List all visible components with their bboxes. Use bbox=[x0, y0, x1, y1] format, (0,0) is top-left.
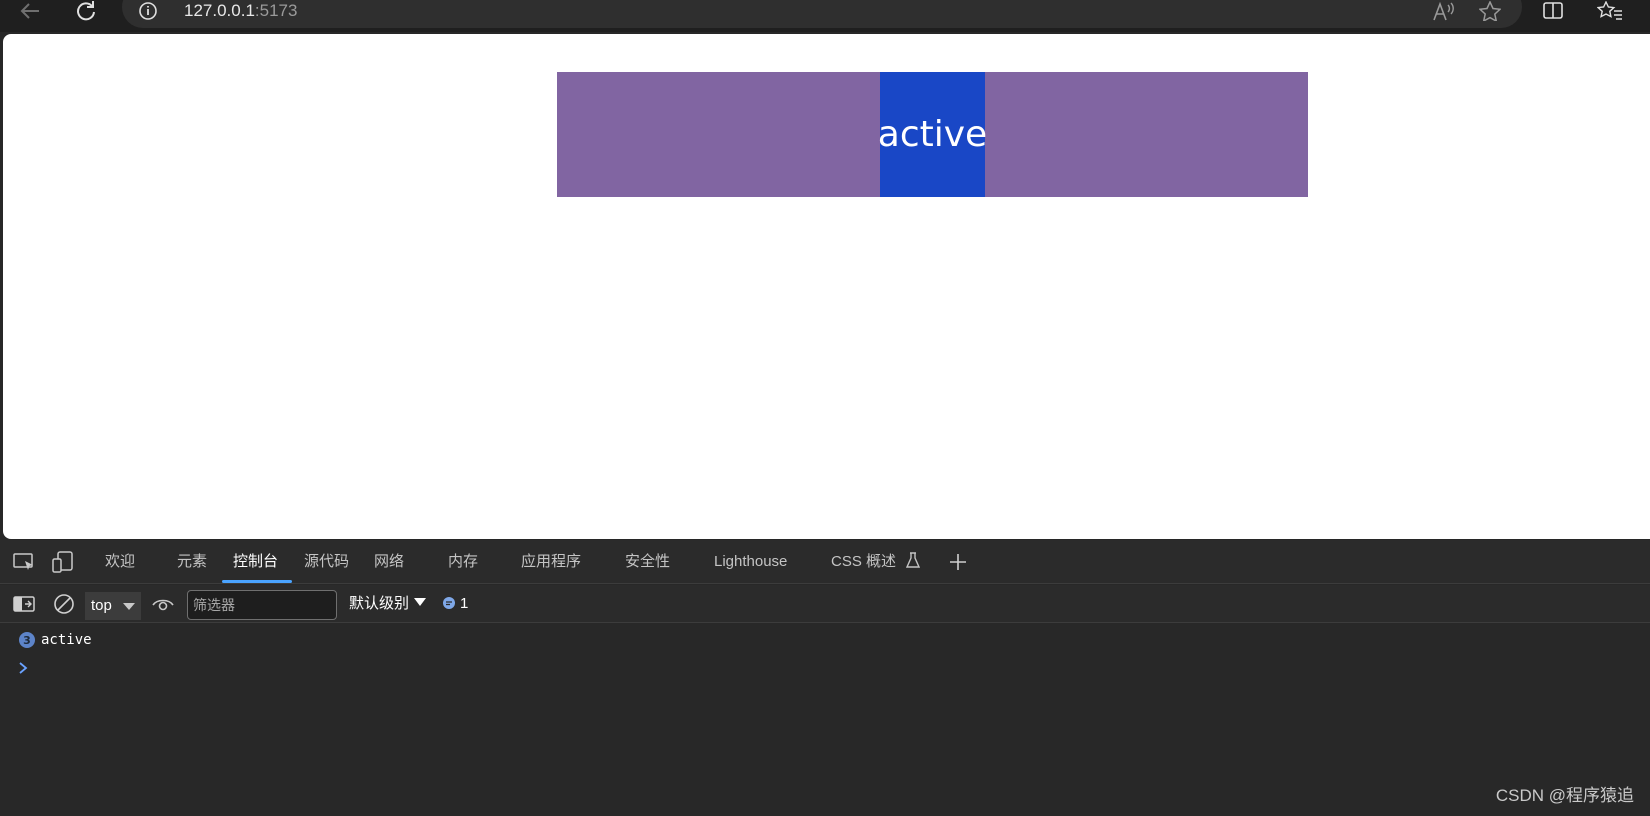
devtools-panel: 欢迎 元素 控制台 源代码 网络 内存 应用程序 安全性 Lighthouse … bbox=[0, 540, 1650, 816]
favorite-star-icon[interactable] bbox=[1477, 0, 1503, 22]
console-log-entry: 3 active bbox=[19, 630, 92, 650]
tab-security[interactable]: 安全性 bbox=[625, 540, 670, 584]
filter-input[interactable] bbox=[187, 590, 337, 620]
chevron-down-icon bbox=[414, 598, 427, 606]
console-toolbar: top 默认级别 1 bbox=[0, 585, 1650, 623]
console-output[interactable]: 3 active CSDN @程序猿追 bbox=[0, 624, 1650, 816]
tab-css-overview[interactable]: CSS 概述 bbox=[831, 540, 921, 584]
message-count-badge[interactable]: 1 bbox=[442, 585, 468, 623]
clear-console-icon[interactable] bbox=[51, 593, 77, 615]
tab-application[interactable]: 应用程序 bbox=[521, 540, 581, 584]
read-aloud-icon[interactable] bbox=[1430, 0, 1456, 22]
inspect-element-icon[interactable] bbox=[11, 551, 37, 573]
favorites-list-icon[interactable] bbox=[1597, 0, 1623, 22]
url-text[interactable]: 127.0.0.1:5173 bbox=[184, 0, 297, 21]
context-select-value: top bbox=[91, 597, 112, 614]
url-port: :5173 bbox=[254, 1, 298, 20]
devtools-tab-bar: 欢迎 元素 控制台 源代码 网络 内存 应用程序 安全性 Lighthouse … bbox=[0, 540, 1650, 584]
tab-sources[interactable]: 源代码 bbox=[304, 540, 349, 584]
live-expression-eye-icon[interactable] bbox=[150, 593, 176, 615]
url-host: 127.0.0.1 bbox=[184, 1, 255, 20]
tab-memory[interactable]: 内存 bbox=[448, 540, 478, 584]
experiment-flask-icon bbox=[906, 552, 921, 568]
device-emulation-icon[interactable] bbox=[50, 551, 76, 573]
selected-tab-indicator bbox=[222, 580, 292, 583]
info-icon[interactable] bbox=[135, 0, 161, 22]
chevron-down-icon bbox=[123, 603, 135, 610]
console-prompt-chevron-icon[interactable] bbox=[17, 660, 29, 676]
more-tabs-plus-icon[interactable] bbox=[945, 551, 971, 573]
active-tab-item[interactable]: active bbox=[878, 72, 987, 197]
refresh-icon[interactable] bbox=[73, 0, 99, 22]
log-level-label: 默认级别 bbox=[349, 595, 410, 612]
tab-css-overview-label: CSS 概述 bbox=[831, 553, 897, 570]
context-select[interactable]: top bbox=[85, 592, 141, 620]
tab-lighthouse[interactable]: Lighthouse bbox=[714, 540, 787, 584]
tab-console[interactable]: 控制台 bbox=[233, 540, 278, 584]
tab-elements[interactable]: 元素 bbox=[177, 540, 207, 584]
tab-network[interactable]: 网络 bbox=[374, 540, 404, 584]
watermark: CSDN @程序猿追 bbox=[1495, 786, 1634, 805]
split-screen-icon[interactable] bbox=[1540, 0, 1566, 22]
message-bubble-icon bbox=[443, 597, 455, 609]
log-level-dropdown[interactable]: 默认级别 bbox=[349, 585, 427, 623]
log-message: active bbox=[41, 632, 92, 648]
address-bar[interactable] bbox=[122, 0, 1522, 28]
tab-welcome[interactable]: 欢迎 bbox=[105, 540, 135, 584]
back-arrow-icon[interactable] bbox=[17, 0, 43, 22]
sidebar-toggle-icon[interactable] bbox=[11, 593, 37, 615]
browser-toolbar: 127.0.0.1:5173 bbox=[0, 0, 1650, 32]
message-count-value: 1 bbox=[460, 595, 469, 612]
repeat-count-badge: 3 bbox=[19, 632, 35, 648]
